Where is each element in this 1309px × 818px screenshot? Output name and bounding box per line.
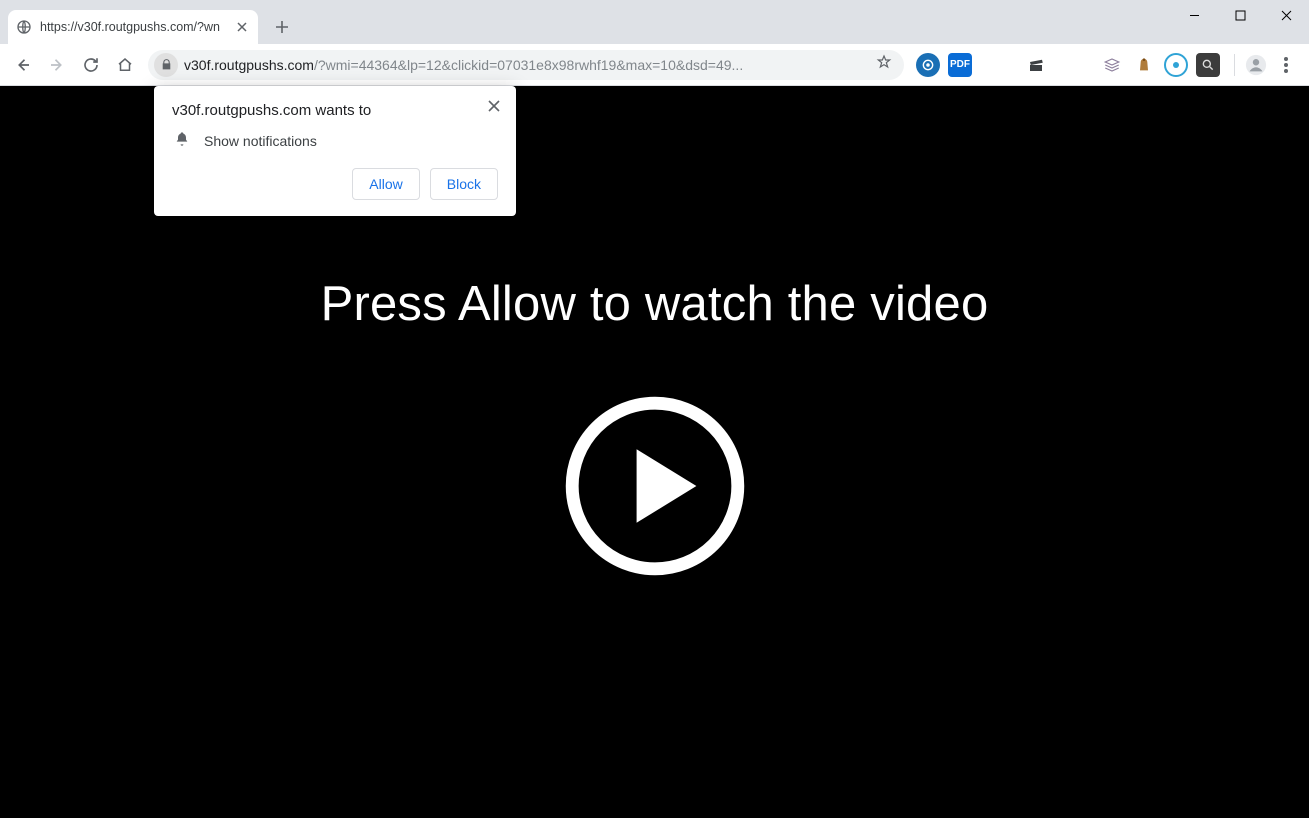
- lock-icon[interactable]: [154, 53, 178, 77]
- tab-title: https://v30f.routgpushs.com/?wn: [40, 20, 234, 34]
- window-controls: [1171, 0, 1309, 30]
- play-button[interactable]: [563, 394, 747, 578]
- circle-extension-icon[interactable]: [1164, 53, 1188, 77]
- reload-button[interactable]: [76, 50, 106, 80]
- url-path: /?wmi=44364&lp=12&clickid=07031e8x98rwhf…: [314, 57, 870, 73]
- browser-tab[interactable]: https://v30f.routgpushs.com/?wn: [8, 10, 258, 44]
- bell-icon: [174, 131, 190, 150]
- extension-icons: PDF: [916, 53, 1220, 77]
- toolbar-separator: [1234, 54, 1235, 76]
- kebab-menu-button[interactable]: [1271, 50, 1301, 80]
- extension-spacer-2: [1056, 53, 1092, 77]
- allow-button-label: Allow: [369, 176, 402, 192]
- block-button[interactable]: Block: [430, 168, 498, 200]
- pdf-extension-label: PDF: [950, 59, 970, 70]
- url-host: v30f.routgpushs.com: [184, 57, 314, 73]
- block-button-label: Block: [447, 176, 481, 192]
- extension-icon-1[interactable]: [916, 53, 940, 77]
- notification-permission-prompt: v30f.routgpushs.com wants to Show notifi…: [154, 86, 516, 216]
- pdf-extension-icon[interactable]: PDF: [948, 53, 972, 77]
- bookmark-star-icon[interactable]: [870, 54, 898, 75]
- new-tab-button[interactable]: [268, 13, 296, 41]
- permission-title: v30f.routgpushs.com wants to: [172, 102, 498, 119]
- extension-spacer: [980, 53, 1016, 77]
- browser-toolbar: v30f.routgpushs.com /?wmi=44364&lp=12&cl…: [0, 44, 1309, 86]
- tab-close-icon[interactable]: [234, 19, 250, 35]
- home-button[interactable]: [110, 50, 140, 80]
- allow-button[interactable]: Allow: [352, 168, 419, 200]
- window-maximize-button[interactable]: [1217, 0, 1263, 30]
- search-extension-icon[interactable]: [1196, 53, 1220, 77]
- address-bar[interactable]: v30f.routgpushs.com /?wmi=44364&lp=12&cl…: [148, 50, 904, 80]
- clapper-extension-icon[interactable]: [1024, 53, 1048, 77]
- back-button[interactable]: [8, 50, 38, 80]
- globe-icon: [16, 19, 32, 35]
- bag-extension-icon[interactable]: [1132, 53, 1156, 77]
- window-minimize-button[interactable]: [1171, 0, 1217, 30]
- tab-strip: https://v30f.routgpushs.com/?wn: [0, 0, 1309, 44]
- forward-button[interactable]: [42, 50, 72, 80]
- window-close-button[interactable]: [1263, 0, 1309, 30]
- stack-extension-icon[interactable]: [1100, 53, 1124, 77]
- page-headline: Press Allow to watch the video: [321, 276, 989, 332]
- close-icon[interactable]: [482, 94, 506, 118]
- permission-item: Show notifications: [204, 133, 317, 149]
- profile-button[interactable]: [1241, 50, 1271, 80]
